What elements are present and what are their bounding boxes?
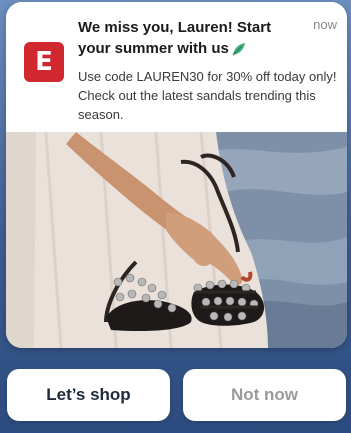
lets-shop-button[interactable]: Let’s shop — [7, 369, 170, 421]
not-now-button[interactable]: Not now — [183, 369, 346, 421]
leaf-icon — [232, 41, 246, 62]
sandals-photo — [6, 132, 347, 348]
notification-message: Use code LAUREN30 for 30% off today only… — [78, 69, 337, 122]
app-icon-letter: E — [35, 47, 53, 77]
notification-timestamp: now — [313, 17, 337, 32]
notification-header: E now We miss you, Lauren! Start your su… — [6, 2, 347, 132]
push-notification-card[interactable]: E now We miss you, Lauren! Start your su… — [6, 2, 347, 348]
notification-title: We miss you, Lauren! Start your summer w… — [78, 17, 306, 62]
app-icon: E — [24, 42, 64, 82]
